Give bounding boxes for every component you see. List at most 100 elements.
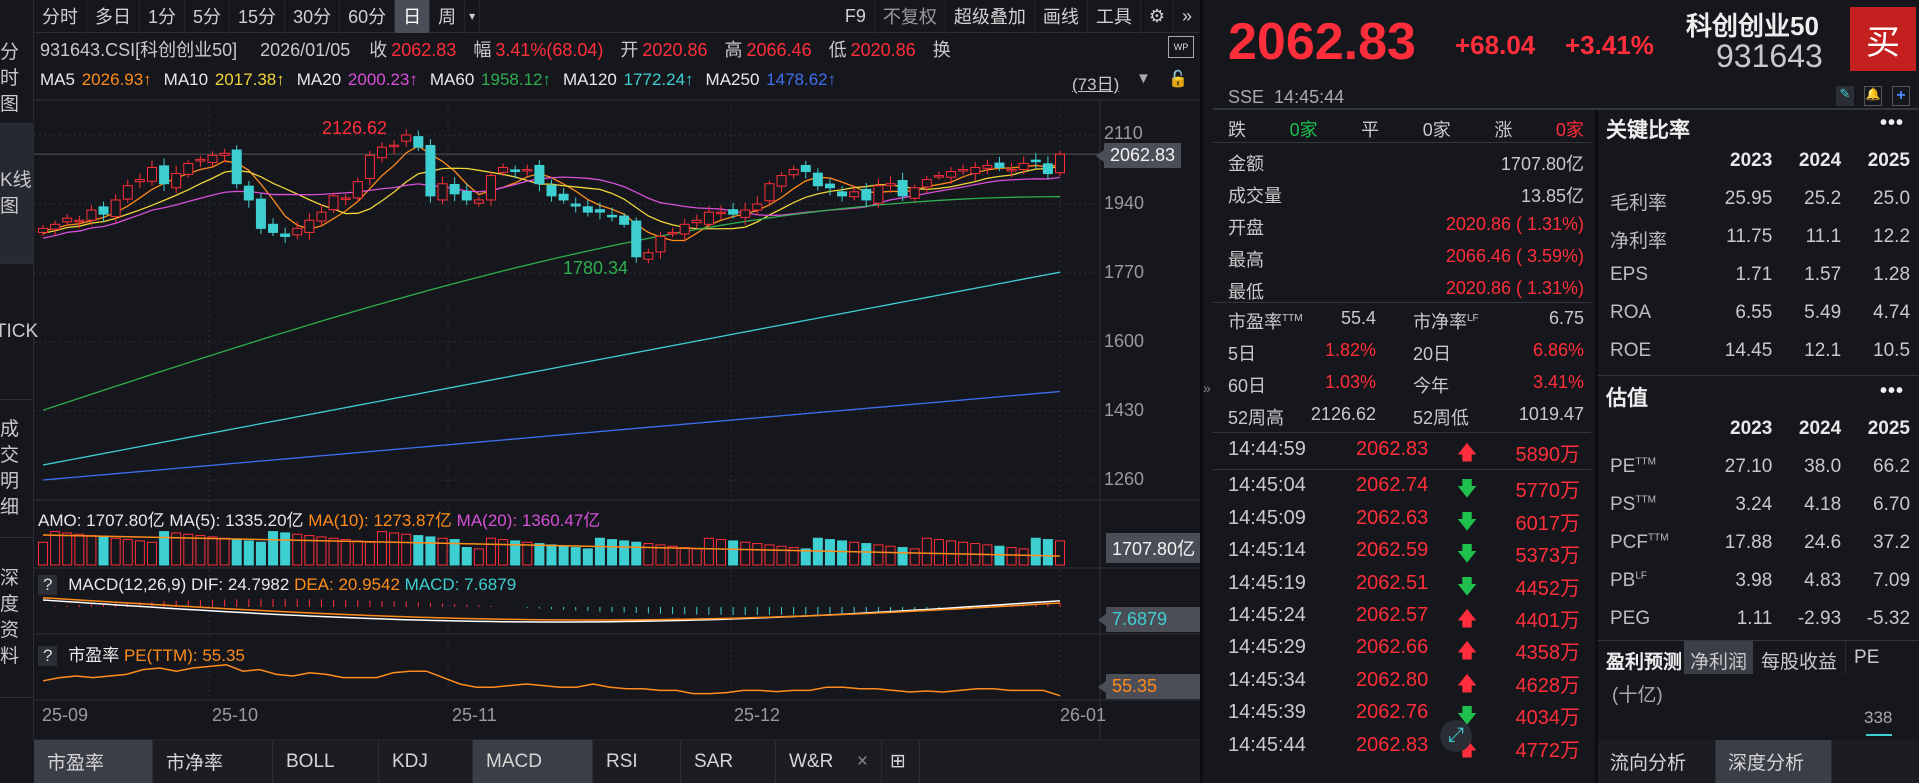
ratio-row: PCFTTM 17.88 24.6 37.2	[1610, 532, 1910, 554]
tab-kdj[interactable]: KDJ	[379, 740, 473, 783]
tab-rsi[interactable]: RSI	[593, 740, 681, 783]
candle	[631, 220, 642, 258]
volume-bar	[667, 545, 678, 566]
tick-row: 14:45:09 2062.63 🡇 6017万	[1228, 507, 1588, 541]
candle	[1018, 162, 1029, 170]
fullscreen-expand-icon[interactable]: ⤢	[1440, 720, 1472, 752]
stat-label-text: 20日	[1413, 344, 1452, 364]
forecast-bar	[1866, 734, 1892, 736]
close-icon[interactable]: ×	[857, 751, 868, 773]
stat-sup: TTM	[1282, 313, 1303, 324]
volume-bar	[1006, 547, 1017, 566]
tick-time: 14:45:39	[1228, 701, 1306, 724]
volume-bar	[582, 548, 593, 566]
quote-row-value: 2020.86 ( 1.31%)	[1445, 214, 1584, 234]
candle	[994, 162, 1005, 168]
ratio-value: 37.2	[1873, 532, 1911, 553]
tab-pe[interactable]: 市盈率	[34, 740, 153, 783]
volume-bar	[752, 543, 763, 566]
stat-label: 今年	[1413, 372, 1449, 398]
quote-row-label: 金额	[1228, 154, 1264, 174]
volume-bar	[219, 537, 230, 566]
more-dots-icon[interactable]: •••	[1880, 112, 1904, 135]
quote-row-value: 2066.46 ( 3.59%)	[1445, 246, 1584, 266]
ratio-value: 1.11	[1736, 608, 1773, 629]
quote-row: 开盘 2020.86 ( 1.31%)	[1228, 214, 1584, 240]
kline-chart[interactable]	[0, 0, 1200, 740]
vol-ma20: MA(20): 1360.47亿	[456, 511, 601, 530]
volume-bar	[740, 541, 751, 566]
year: 2023	[1730, 418, 1773, 439]
ratio-value: 7.09	[1873, 570, 1911, 591]
volume-bar	[340, 539, 351, 566]
quote-row: 成交量 13.85亿	[1228, 182, 1584, 208]
analysis-tabs: 流向分析 深度分析	[1598, 740, 1919, 783]
macd-dea: DEA: 20.9542	[294, 575, 400, 594]
ratio-value: 1.71	[1735, 264, 1773, 285]
edit-pencil-icon[interactable]: ✎	[1836, 86, 1854, 106]
tab-flow-analysis[interactable]: 流向分析	[1598, 740, 1716, 783]
tab-pb[interactable]: 市净率	[153, 740, 273, 783]
volume-bar	[570, 547, 581, 566]
candle	[146, 166, 157, 182]
volume-bar	[159, 531, 170, 566]
help-icon[interactable]: ?	[38, 646, 58, 666]
ratio-label-text: ROE	[1610, 340, 1652, 361]
tab-macd[interactable]: MACD	[473, 740, 593, 783]
quote-row-value: 1707.80亿	[1500, 154, 1584, 174]
ratio-label-text: PE	[1610, 456, 1636, 477]
ratio-label: PBLF	[1610, 570, 1703, 592]
candle	[461, 190, 472, 201]
more-dots-icon[interactable]: •••	[1880, 380, 1904, 403]
volume-bar	[461, 547, 472, 566]
volume-bar	[243, 540, 254, 566]
candle	[607, 214, 618, 218]
volume-bar	[377, 531, 387, 566]
volume-bar	[437, 537, 448, 566]
ratio-value: 6.55	[1735, 302, 1773, 323]
candle	[909, 187, 920, 199]
tab-pe-forecast[interactable]: PE	[1846, 641, 1887, 674]
ratio-value: -5.32	[1866, 608, 1911, 629]
quote-row-label: 最高	[1228, 250, 1264, 270]
volume-bar	[183, 533, 194, 566]
year: 2025	[1867, 418, 1911, 439]
volume-bar	[1055, 540, 1065, 566]
buy-button[interactable]: 买	[1850, 7, 1916, 71]
tab-sar[interactable]: SAR	[681, 740, 776, 783]
candle	[304, 219, 315, 233]
candle	[582, 206, 593, 213]
volume-bar	[897, 547, 908, 566]
tab-eps[interactable]: 每股收益	[1753, 641, 1847, 674]
stat-value: 2126.62	[1310, 404, 1376, 424]
stat-value: 6.86%	[1532, 340, 1584, 360]
volume-bar	[861, 543, 872, 566]
tab-depth-analysis[interactable]: 深度分析	[1716, 740, 1832, 783]
candle	[933, 175, 944, 178]
year: 2024	[1798, 150, 1842, 171]
ratio-label: PEG	[1610, 608, 1703, 630]
volume-bar	[873, 544, 884, 566]
quote-row-value: 13.85亿	[1520, 186, 1584, 206]
volume-bar	[425, 536, 436, 566]
tab-net-profit[interactable]: 净利润	[1684, 641, 1754, 674]
stat-label-text: 今年	[1413, 376, 1449, 396]
tab-boll[interactable]: BOLL	[273, 740, 379, 783]
ratio-value: 38.0	[1804, 456, 1842, 477]
tick-price: 2062.51	[1356, 571, 1429, 594]
volume-bar	[1030, 537, 1041, 566]
quote-row-label: 开盘	[1228, 218, 1264, 238]
tick-time: 14:45:19	[1228, 571, 1306, 594]
tick-price: 2062.66	[1356, 636, 1429, 659]
volume-bar	[933, 539, 944, 566]
year: 2025	[1867, 150, 1911, 171]
tab-wr[interactable]: W&R ×	[776, 740, 882, 783]
alert-bell-icon[interactable]: 🔔	[1864, 86, 1882, 106]
tick-time: 14:44:59	[1228, 438, 1306, 460]
collapse-chevron-icon[interactable]: »	[1203, 380, 1215, 420]
help-icon[interactable]: ?	[38, 575, 58, 595]
candle	[159, 165, 170, 185]
candle	[473, 199, 484, 204]
add-watchlist-plus-icon[interactable]: +	[1892, 86, 1910, 106]
add-tab-plus-icon[interactable]: ⊞	[882, 740, 920, 783]
